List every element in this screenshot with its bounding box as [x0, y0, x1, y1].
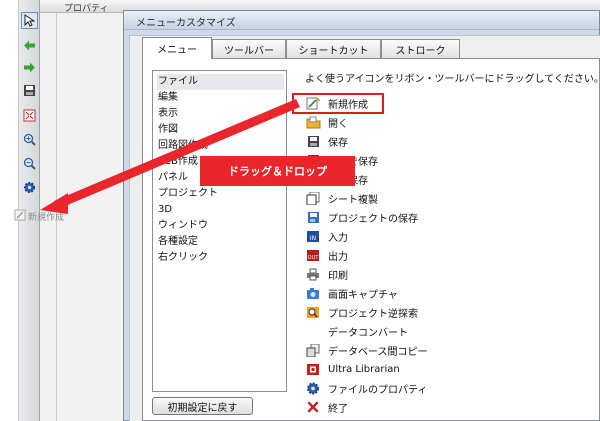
command-print[interactable]: 印刷	[305, 265, 348, 283]
camera-icon	[305, 285, 321, 301]
command-exit[interactable]: 終了	[305, 398, 348, 416]
ultra-librarian-icon	[305, 361, 321, 377]
gear-icon[interactable]	[21, 179, 38, 196]
command-new-file[interactable]: 新規作成	[292, 93, 384, 114]
arrow-right-icon[interactable]	[21, 59, 38, 76]
tab-shortcut[interactable]: ショートカット	[286, 39, 381, 58]
command-file-properties[interactable]: ファイルのプロパティ	[305, 379, 427, 397]
command-sheet-copy[interactable]: シート複製	[305, 189, 378, 207]
command-ultra-librarian[interactable]: Ultra Librarian	[305, 360, 400, 378]
new-file-icon	[305, 96, 321, 112]
input-icon: IN	[305, 228, 321, 244]
exit-icon	[305, 399, 321, 415]
blank-icon	[305, 323, 321, 339]
drag-drop-label: ドラッグ＆ドロップ	[200, 156, 355, 186]
list-item-draw[interactable]: 作図	[157, 122, 284, 138]
list-item-edit[interactable]: 編集	[157, 90, 284, 106]
zoom-in-icon[interactable]	[21, 131, 38, 148]
project-save-icon	[305, 209, 321, 225]
reset-defaults-button[interactable]: 初期設定に戻す	[152, 397, 253, 415]
reverse-search-icon	[305, 304, 321, 320]
zoom-fit-icon[interactable]	[21, 107, 38, 124]
command-project-save[interactable]: プロジェクトの保存	[305, 208, 418, 226]
command-open[interactable]: 開く	[305, 113, 348, 131]
command-reverse-search[interactable]: プロジェクト逆探索	[305, 303, 418, 321]
command-db-copy[interactable]: データベース間コピー	[305, 341, 428, 359]
list-item-3d[interactable]: 3D	[157, 202, 284, 218]
print-icon	[305, 266, 321, 282]
list-item-window[interactable]: ウィンドウ	[157, 218, 284, 234]
svg-text:IN: IN	[310, 235, 316, 242]
db-copy-icon	[305, 342, 321, 358]
tab-toolbar[interactable]: ツールバー	[212, 39, 286, 58]
file-properties-icon	[305, 380, 321, 396]
open-folder-icon	[305, 114, 321, 130]
list-item-right-click[interactable]: 右クリック	[157, 250, 284, 266]
command-output[interactable]: OUT 出力	[305, 246, 348, 264]
save-icon	[305, 133, 321, 149]
ghost-label: 新規作成	[28, 212, 65, 223]
command-save[interactable]: 保存	[305, 132, 348, 150]
list-item-project[interactable]: プロジェクト	[157, 186, 284, 202]
svg-text:OUT: OUT	[308, 255, 320, 261]
save-icon[interactable]	[21, 82, 38, 99]
pointer-icon[interactable]	[21, 12, 38, 29]
dragged-new-file-ghost: 新規作成	[14, 209, 64, 223]
list-item-file[interactable]: ファイル	[157, 74, 284, 90]
property-panel-title: プロパティ	[64, 4, 109, 14]
new-file-icon	[14, 209, 28, 224]
command-input[interactable]: IN 入力	[305, 227, 348, 245]
sheet-copy-icon	[305, 190, 321, 206]
command-screen-capture[interactable]: 画面キャプチャ	[305, 284, 398, 302]
dialog-title: メニューカスタマイズ	[136, 18, 236, 29]
menu-category-list[interactable]: ファイル 編集 表示 作図 回路図作成 PCB作成 パネル プロジェクト 3D …	[152, 70, 287, 392]
list-item-schematic[interactable]: 回路図作成	[157, 138, 284, 154]
arrow-left-icon[interactable]	[21, 37, 38, 54]
list-item-view[interactable]: 表示	[157, 106, 284, 122]
zoom-out-icon[interactable]	[21, 155, 38, 172]
list-item-settings[interactable]: 各種設定	[157, 234, 284, 250]
drag-hint-text: よく使うアイコンをリボン・ツールバーにドラッグしてください。	[305, 74, 600, 85]
command-data-convert[interactable]: データコンバート	[305, 322, 408, 340]
tab-stroke[interactable]: ストローク	[381, 39, 460, 58]
output-icon: OUT	[305, 247, 321, 263]
tab-menu[interactable]: メニュー	[142, 37, 212, 59]
